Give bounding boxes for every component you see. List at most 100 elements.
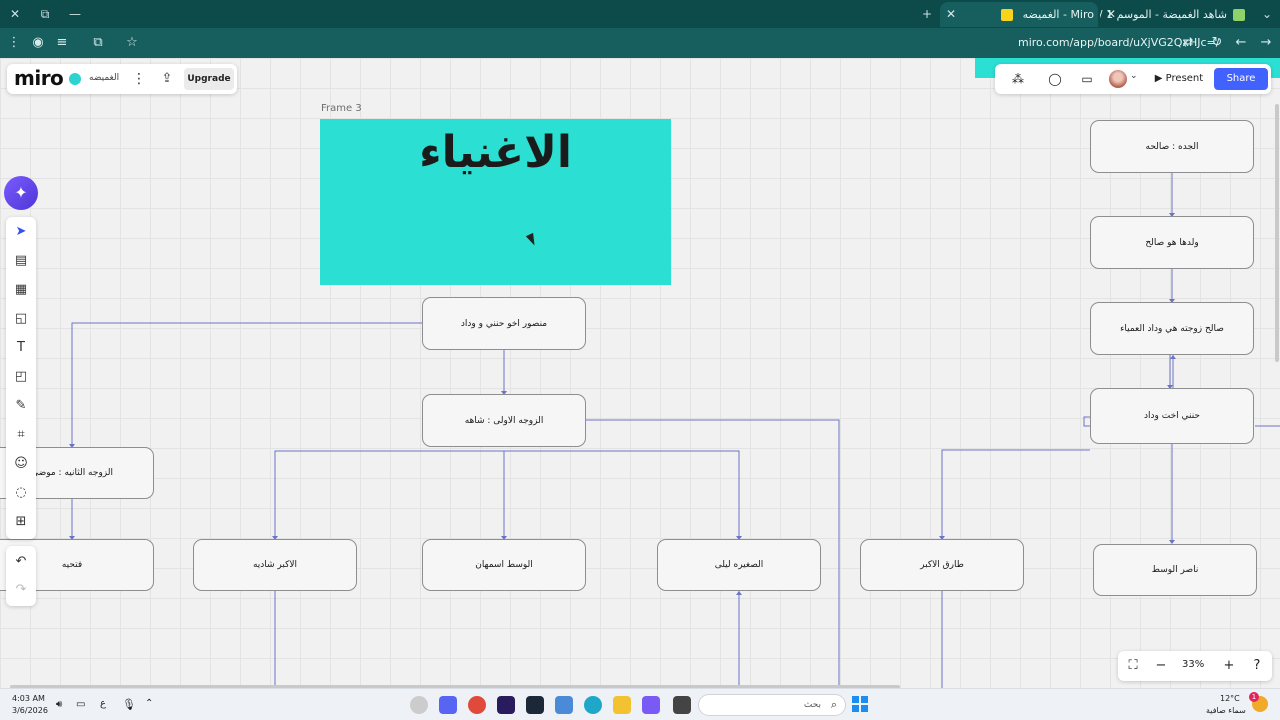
bookmark-star-icon[interactable]: ☆ — [122, 33, 142, 53]
next-app-icon[interactable] — [497, 696, 515, 714]
office-icon[interactable] — [642, 696, 660, 714]
upgrade-button[interactable]: Upgrade — [184, 68, 234, 90]
node-label: الجده : صالحه — [1145, 141, 1199, 152]
app-icon[interactable] — [410, 696, 428, 714]
undo-icon[interactable]: ↶ — [9, 550, 33, 574]
redo-icon[interactable]: ↷ — [9, 578, 33, 602]
node-first-wife[interactable]: الزوجه الاولى : شاهه — [422, 394, 586, 447]
node-grandmother[interactable]: الجده : صالحه — [1090, 120, 1254, 173]
reactions-icon[interactable]: ⁂ — [1003, 69, 1033, 89]
node-saleh-wife[interactable]: صالح زوجته هي وداد العمياء — [1090, 302, 1254, 355]
discord-icon[interactable] — [439, 696, 457, 714]
emoji-sticker-icon[interactable]: ☺ — [9, 452, 33, 476]
help-icon[interactable]: ? — [1247, 656, 1267, 676]
tab-episode[interactable]: ✕ شاهد الغميضة - الموسم 1 / الحلقة — [1100, 2, 1255, 27]
node-son[interactable]: ولدها هو صالح — [1090, 216, 1254, 269]
weather-temp[interactable]: 12°C — [1220, 694, 1240, 703]
network-icon[interactable]: ▭ — [76, 699, 85, 710]
frame-tool-icon[interactable]: ⌗ — [9, 423, 33, 447]
tab-search-chevron-icon[interactable]: ⌄ — [1256, 4, 1278, 24]
share-button[interactable]: Share — [1214, 68, 1268, 90]
board-menu-button[interactable]: ⋮ — [131, 69, 147, 89]
node-label: ولدها هو صالح — [1145, 237, 1199, 248]
miro-logo[interactable]: miro — [14, 66, 64, 90]
connector — [504, 450, 740, 539]
reload-icon[interactable]: ↻ — [1207, 33, 1227, 53]
shapes-icon[interactable]: ◰ — [9, 365, 33, 389]
node-label: الوسط اسمهان — [475, 560, 533, 570]
video-call-icon[interactable]: ▭ — [1077, 69, 1097, 89]
connector — [941, 449, 1090, 539]
present-button[interactable]: ▶ Present — [1150, 68, 1208, 90]
taskbar-search[interactable]: بحث ⌕ — [698, 694, 846, 716]
node-tariq[interactable]: طارق الاكبر — [860, 539, 1024, 591]
forward-arrow-icon[interactable]: ← — [1231, 33, 1251, 53]
weather-text[interactable]: سماء صافية — [1206, 706, 1246, 715]
collaboration-panel: ⁂ ◯ ▭ ⌄ ▶ Present Share — [995, 64, 1271, 94]
sticky-note-icon[interactable]: ◱ — [9, 307, 33, 331]
node-youngest-layla[interactable]: الصغيره ليلى — [657, 539, 821, 591]
tab-organizer-icon[interactable]: ≡ — [52, 33, 72, 53]
board-name[interactable]: الغميضه — [89, 73, 119, 83]
speaker-icon[interactable]: 🔊︎ — [56, 699, 62, 710]
node-hanni[interactable]: حنني اخت وداد — [1090, 388, 1254, 444]
site-favicon-icon — [1233, 9, 1245, 21]
user-avatar[interactable] — [1109, 70, 1127, 88]
input-language[interactable]: ع — [100, 698, 106, 709]
window-restore-button[interactable]: ⧉ — [34, 4, 56, 24]
zoom-controls: ⛶ − 33% + ? — [1118, 651, 1272, 681]
tab-miro[interactable]: ✕ Miro - الغميضه — [940, 2, 1098, 27]
site-settings-icon[interactable]: ⇄ — [1178, 33, 1198, 53]
add-more-icon[interactable]: ⊞ — [9, 510, 33, 534]
layout-table-icon[interactable]: ▦ — [9, 278, 33, 302]
arrowhead — [736, 591, 742, 595]
frame-label[interactable]: Frame 3 — [321, 103, 362, 114]
board-header-panel: miro الغميضه ⋮ ⇪ Upgrade — [7, 64, 237, 94]
pen-icon[interactable]: ✎ — [9, 394, 33, 418]
node-eldest-shadia[interactable]: الاكبر شاديه — [193, 539, 357, 591]
chrome-icon[interactable] — [468, 696, 486, 714]
zoom-in-button[interactable]: + — [1219, 656, 1239, 676]
node-mansour[interactable]: منصور اخو حنني و وداد — [422, 297, 586, 350]
windows-taskbar: 4:03 AM 3/6/2026 🔊︎ ▭ ع 🎙︎ ⌃ بحث ⌕ 12°C … — [0, 688, 1280, 720]
terminal-icon[interactable] — [673, 696, 691, 714]
browser-menu-icon[interactable]: ⋮ — [4, 33, 24, 53]
export-button[interactable]: ⇪ — [157, 69, 177, 89]
window-minimize-button[interactable]: — — [64, 4, 86, 24]
edge-icon[interactable] — [584, 696, 602, 714]
comment-icon[interactable]: ◌ — [9, 481, 33, 505]
vertical-scrollbar[interactable] — [1275, 104, 1279, 362]
node-label: طارق الاكبر — [920, 560, 964, 570]
tab-title: شاهد الغميضة - الموسم 1 / الحلقة — [1100, 8, 1227, 21]
arrowhead — [1170, 355, 1176, 359]
new-tab-button[interactable]: + — [916, 4, 938, 24]
node-nasser[interactable]: ناصر الوسط — [1093, 544, 1257, 596]
text-tool-icon[interactable]: T — [9, 336, 33, 360]
zoom-level[interactable]: 33% — [1182, 659, 1204, 670]
tab-close-icon[interactable]: ✕ — [946, 2, 956, 27]
templates-doc-icon[interactable]: ▤ — [9, 249, 33, 273]
node-label: فتحيه — [61, 560, 83, 570]
tray-chevron-icon[interactable]: ⌃ — [145, 698, 153, 709]
comments-icon[interactable]: ◯ — [1045, 69, 1065, 89]
microphone-icon[interactable]: 🎙︎ — [122, 698, 136, 711]
back-arrow-icon[interactable]: → — [1256, 33, 1276, 53]
window-close-button[interactable]: ✕ — [4, 4, 26, 24]
profile-avatar-icon[interactable]: ◉ — [28, 33, 48, 53]
fit-screen-icon[interactable]: ⛶ — [1123, 656, 1143, 676]
frame-title[interactable]: الاغنياء — [320, 127, 671, 178]
zoom-out-button[interactable]: − — [1151, 656, 1171, 676]
clock-time[interactable]: 4:03 AM — [12, 694, 45, 703]
windows-start-icon[interactable] — [852, 696, 868, 712]
ai-sparkle-button[interactable]: ✦ — [4, 176, 38, 210]
node-middle-asmahan[interactable]: الوسط اسمهان — [422, 539, 586, 591]
frame-rich[interactable]: الاغنياء — [320, 119, 671, 285]
steam-icon[interactable] — [526, 696, 544, 714]
clock-date[interactable]: 3/6/2026 — [12, 706, 48, 715]
extensions-icon[interactable]: ⧉ — [88, 33, 108, 53]
chevron-down-icon[interactable]: ⌄ — [1130, 71, 1138, 81]
miro-board-canvas[interactable]: Frame 3 الاغنياء الجده : صالحه ولدها هو … — [0, 58, 1280, 688]
select-cursor-icon[interactable]: ➤ — [9, 220, 33, 244]
file-explorer-icon[interactable] — [613, 696, 631, 714]
store-icon[interactable] — [555, 696, 573, 714]
